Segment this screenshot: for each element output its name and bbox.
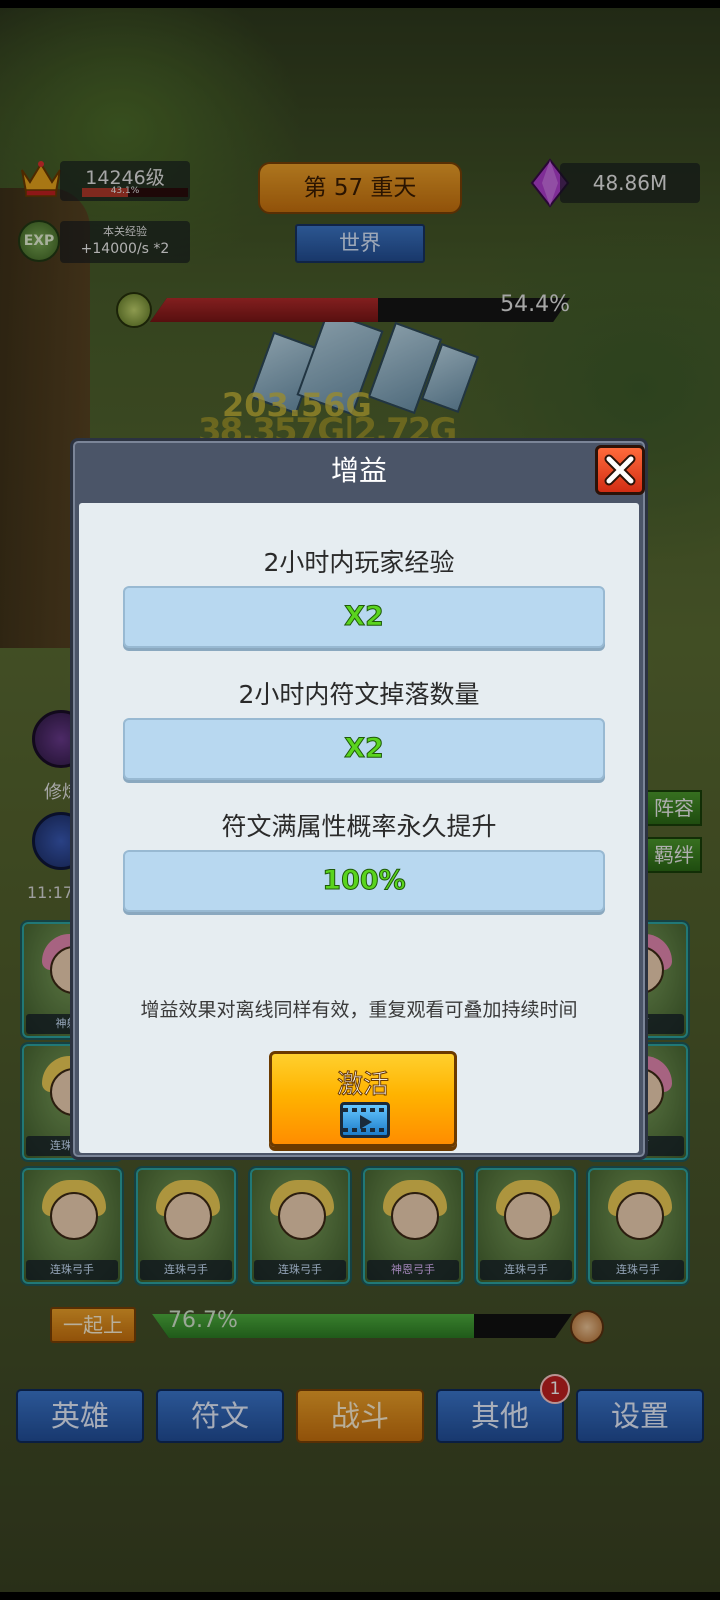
dialog-body: 2小时内玩家经验 X2 2小时内符文掉落数量 X2 符文满属性概率永久提升 10… — [79, 503, 639, 1153]
close-button[interactable] — [595, 445, 645, 495]
buff-title: 符文满属性概率永久提升 — [221, 812, 497, 841]
activate-label: 激活 — [336, 1070, 389, 1101]
buff-value: 100% — [123, 850, 605, 912]
buff-value: X2 — [123, 586, 605, 648]
dialog-title: 增益 — [330, 454, 387, 487]
buff-title: 2小时内符文掉落数量 — [238, 680, 480, 709]
video-icon — [340, 1102, 390, 1138]
activate-button[interactable]: 激活 — [269, 1051, 457, 1147]
buff-note: 增益效果对离线同样有效，重复观看可叠加持续时间 — [140, 999, 578, 1021]
buff-dialog: 增益 2小时内玩家经验 X2 2小时内符文掉落数量 X2 符文满属性概率永久提升… — [70, 438, 648, 1160]
close-icon — [604, 454, 636, 486]
buff-value: X2 — [123, 718, 605, 780]
buff-title: 2小时内玩家经验 — [263, 548, 455, 577]
